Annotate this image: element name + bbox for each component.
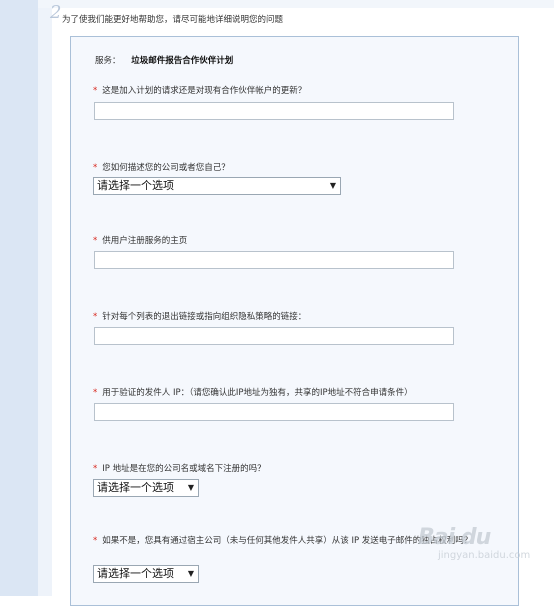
select-value: 请选择一个选项 — [97, 567, 174, 580]
sender-ip-input[interactable] — [94, 403, 454, 421]
question-text: 这是加入计划的请求还是对现有合作伙伴帐户的更新？ — [102, 86, 307, 96]
exclusive-rights-select[interactable]: 请选择一个选项 ▼ — [93, 565, 199, 583]
question-text: 您如何描述您的公司或者您自己？ — [102, 163, 230, 173]
dropdown-arrow-icon: ▼ — [329, 181, 336, 190]
question-label-join-request: * 这是加入计划的请求还是对现有合作伙伴帐户的更新？ — [93, 84, 306, 96]
service-value: 垃圾邮件报告合作伙伴计划 — [131, 56, 234, 66]
select-value: 请选择一个选项 — [97, 179, 174, 192]
required-asterisk: * — [93, 312, 98, 322]
ip-registered-select[interactable]: 请选择一个选项 ▼ — [93, 479, 199, 497]
select-value: 请选择一个选项 — [97, 481, 174, 494]
dropdown-arrow-icon: ▼ — [187, 483, 194, 492]
question-text: 如果不是，您具有通过宿主公司（未与任何其他发件人共享）从该 IP 发送电子邮件的… — [102, 536, 473, 546]
required-asterisk: * — [93, 236, 98, 246]
left-rail — [0, 0, 38, 596]
section-heading: 为了使我们能更好地帮助您，请尽可能地详细说明您的问题 — [62, 15, 284, 25]
question-text: IP 地址是在您的公司名或域名下注册的吗？ — [102, 464, 266, 474]
question-label-ip-registered: * IP 地址是在您的公司名或域名下注册的吗？ — [93, 462, 266, 474]
question-label-sender-ip: * 用于验证的发件人 IP：（请您确认此IP地址为独有，共享的IP地址不符合申请条… — [93, 386, 413, 398]
homepage-input[interactable] — [94, 251, 454, 269]
watermark-logo: Bai du — [418, 525, 491, 550]
question-text: 供用户注册服务的主页 — [102, 236, 188, 246]
question-text: 用于验证的发件人 IP：（请您确认此IP地址为独有，共享的IP地址不符合申请条件… — [102, 388, 413, 398]
required-asterisk: * — [93, 536, 98, 546]
required-asterisk: * — [93, 464, 98, 474]
required-asterisk: * — [93, 163, 98, 173]
service-row: 服务： 垃圾邮件报告合作伙伴计划 — [95, 54, 233, 66]
question-label-homepage: * 供用户注册服务的主页 — [93, 234, 187, 246]
left-rail-inner — [38, 0, 52, 596]
step-number: 2 — [50, 2, 62, 23]
service-label: 服务： — [95, 56, 121, 66]
watermark-url: jingyan.baidu.com — [438, 550, 531, 561]
describe-company-select[interactable]: 请选择一个选项 ▼ — [93, 177, 341, 195]
question-text: 针对每个列表的退出链接或指向组织隐私策略的链接： — [102, 312, 307, 322]
required-asterisk: * — [93, 388, 98, 398]
join-request-input[interactable] — [94, 102, 454, 120]
question-label-optout-link: * 针对每个列表的退出链接或指向组织隐私策略的链接： — [93, 310, 306, 322]
optout-link-input[interactable] — [94, 327, 454, 345]
top-band — [38, 0, 554, 8]
question-label-describe-company: * 您如何描述您的公司或者您自己？ — [93, 161, 230, 173]
baidu-watermark: Bai du jingyan.baidu.com — [418, 525, 538, 585]
required-asterisk: * — [93, 86, 98, 96]
dropdown-arrow-icon: ▼ — [187, 569, 194, 578]
